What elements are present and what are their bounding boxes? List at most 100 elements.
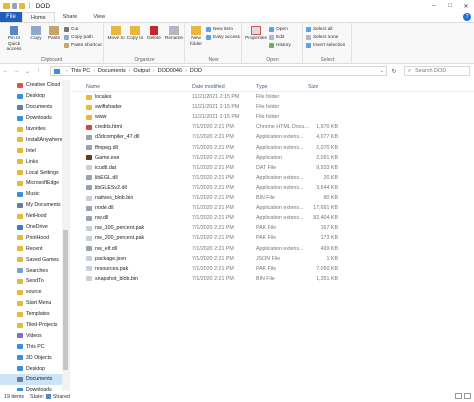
file-row[interactable]: natives_blob.bin 7/1/2020 2:21 PM BIN File… (72, 194, 474, 204)
forward-button[interactable]: → (11, 68, 22, 74)
breadcrumb-output[interactable]: Output (133, 68, 150, 74)
nav-item[interactable]: Desktop (0, 363, 69, 374)
file-row[interactable]: swiftshader 11/21/2021 2:15 PM File folder (72, 103, 474, 113)
breadcrumb-dod0046[interactable]: DOD0046 (158, 68, 182, 74)
file-row[interactable]: package.json 7/1/2020 2:21 PM JSON File 1 K… (72, 255, 474, 265)
invert-selection-button[interactable]: Invert selection (306, 43, 345, 48)
minimize-button[interactable]: – (426, 0, 442, 12)
file-row[interactable]: resources.pak 7/1/2020 2:21 PM PAK File 7,0… (72, 265, 474, 275)
paste-button[interactable]: Paste (46, 26, 62, 42)
large-icons-view-icon[interactable] (464, 393, 471, 399)
move-to-button[interactable]: Move to (107, 26, 125, 42)
address-dropdown-icon[interactable]: ⌄ (377, 66, 387, 76)
column-date-modified[interactable]: Date modified (192, 84, 225, 90)
properties-button[interactable]: Properties (244, 26, 268, 42)
nav-item[interactable]: Start Menu (0, 298, 69, 309)
file-date: 7/1/2020 2:21 PM (192, 235, 234, 242)
nav-item[interactable]: Links (0, 156, 69, 167)
file-row[interactable]: nw_elf.dll 7/1/2020 2:21 PM Application ex… (72, 245, 474, 255)
select-none-button[interactable]: Select none (306, 35, 338, 40)
new-folder-button[interactable]: New folder (187, 26, 205, 47)
file-row[interactable]: libEGL.dll 7/1/2020 2:21 PM Application ex… (72, 174, 474, 184)
tab-view[interactable]: View (85, 12, 113, 22)
file-row[interactable]: node.dll 7/1/2020 2:21 PM Application exte… (72, 204, 474, 214)
file-row[interactable]: www 11/21/2021 2:15 PM File folder (72, 113, 474, 123)
nav-item[interactable]: Desktop (0, 91, 69, 102)
file-row[interactable]: nw_200_percent.pak 7/1/2020 2:21 PM PAK Fi… (72, 234, 474, 244)
back-button[interactable]: ← (0, 68, 11, 74)
file-row[interactable]: nw_100_percent.pak 7/1/2020 2:21 PM PAK Fi… (72, 224, 474, 234)
new-item-button[interactable]: New item (206, 27, 233, 32)
tab-share[interactable]: Share (55, 12, 86, 22)
recent-locations-button[interactable]: ⌄ (22, 68, 33, 75)
up-button[interactable]: ↑ (33, 68, 44, 74)
nav-item[interactable]: Documents (0, 374, 69, 385)
maximize-button[interactable]: □ (442, 0, 458, 12)
breadcrumb-this-pc[interactable]: This PC (71, 68, 91, 74)
nav-item[interactable]: OneDrive (0, 222, 69, 233)
nav-item[interactable]: My Documents (0, 200, 69, 211)
nav-pane-scrollbar[interactable] (62, 80, 69, 391)
nav-item[interactable]: Recent (0, 243, 69, 254)
nav-item[interactable]: This PC (0, 341, 69, 352)
file-row[interactable]: ffmpeg.dll 7/1/2020 2:21 PM Application ex… (72, 144, 474, 154)
copy-path-button[interactable]: Copy path (64, 35, 93, 40)
pin-to-quick-access-button[interactable]: Pin to Quick access (2, 26, 26, 53)
nav-item[interactable]: InstallAnywhere (0, 134, 69, 145)
copy-to-button[interactable]: Copy to (126, 26, 144, 42)
easy-access-button[interactable]: Easy access (206, 35, 240, 40)
select-all-button[interactable]: Select all (306, 27, 332, 32)
column-type[interactable]: Type (256, 84, 267, 90)
file-row[interactable]: locales 11/21/2021 2:15 PM File folder (72, 93, 474, 103)
nav-item[interactable]: Documents (0, 102, 69, 113)
tab-file[interactable]: File (0, 12, 22, 22)
nav-item[interactable]: Videos (0, 330, 69, 341)
column-size[interactable]: Size (308, 84, 318, 90)
nav-item[interactable]: Saved Games (0, 254, 69, 265)
qat-properties-icon[interactable] (12, 3, 17, 9)
breadcrumb-documents[interactable]: Documents (98, 68, 126, 74)
file-row[interactable]: snapshot_blob.bin 7/1/2020 2:21 PM BIN Fil… (72, 275, 474, 285)
nav-item[interactable]: 3D Objects (0, 352, 69, 363)
refresh-icon[interactable]: ↻ (389, 66, 399, 76)
copy-button[interactable]: Copy (28, 26, 44, 42)
column-name[interactable]: Name (86, 84, 100, 90)
nav-item[interactable]: Searches (0, 265, 69, 276)
details-view-icon[interactable] (455, 393, 462, 399)
nav-item[interactable]: SendTo (0, 276, 69, 287)
address-bar[interactable]: › This PC › Documents › Output › DOD0046… (50, 66, 387, 76)
rename-button[interactable]: Rename (164, 26, 184, 42)
close-button[interactable]: ✕ (458, 0, 474, 12)
nav-item[interactable]: PrintHood (0, 232, 69, 243)
nav-item[interactable]: Tiled-Projects (0, 320, 69, 331)
file-row[interactable]: icudtl.dat 7/1/2020 2:21 PM DAT File 9,933 … (72, 164, 474, 174)
edit-button[interactable]: Edit (269, 35, 284, 40)
cut-button[interactable]: Cut (64, 27, 78, 32)
nav-item[interactable]: Templates (0, 309, 69, 320)
file-row[interactable]: credits.html 7/1/2020 2:21 PM Chrome HTML … (72, 123, 474, 133)
search-input[interactable]: ⌕ Search DOD (404, 66, 470, 76)
nav-item[interactable]: Intel (0, 145, 69, 156)
file-row[interactable]: libGLESv2.dll 7/1/2020 2:21 PM Application… (72, 184, 474, 194)
nav-item[interactable]: favorites (0, 124, 69, 135)
pin-label: Pin to Quick access (6, 36, 22, 52)
nav-item[interactable]: Creative Cloud (0, 80, 69, 91)
breadcrumb-dod[interactable]: DOD (190, 68, 202, 74)
history-button[interactable]: History (269, 43, 291, 48)
file-row[interactable]: nw.dll 7/1/2020 2:21 PM Application extens… (72, 214, 474, 224)
file-row[interactable]: d3dcompiler_47.dll 7/1/2020 2:21 PM Applic… (72, 133, 474, 143)
nav-item[interactable]: Downloads (0, 113, 69, 124)
nav-item[interactable]: NetHood (0, 211, 69, 222)
help-icon[interactable]: ? (463, 13, 471, 21)
paste-shortcut-button[interactable]: Paste shortcut (64, 43, 102, 48)
nav-pane-scrollbar-thumb[interactable] (63, 230, 68, 370)
delete-button[interactable]: Delete (145, 26, 163, 42)
nav-item[interactable]: MicrosoftEdge (0, 178, 69, 189)
file-row[interactable]: Game.exe 7/1/2020 2:21 PM Application 2,091… (72, 154, 474, 164)
open-button[interactable]: Open (269, 27, 288, 32)
nav-item[interactable]: Music (0, 189, 69, 200)
nav-item[interactable]: source (0, 287, 69, 298)
tab-home[interactable]: Home (22, 12, 55, 22)
nav-item[interactable]: Local Settings (0, 167, 69, 178)
qat-new-folder-icon[interactable] (19, 3, 25, 9)
